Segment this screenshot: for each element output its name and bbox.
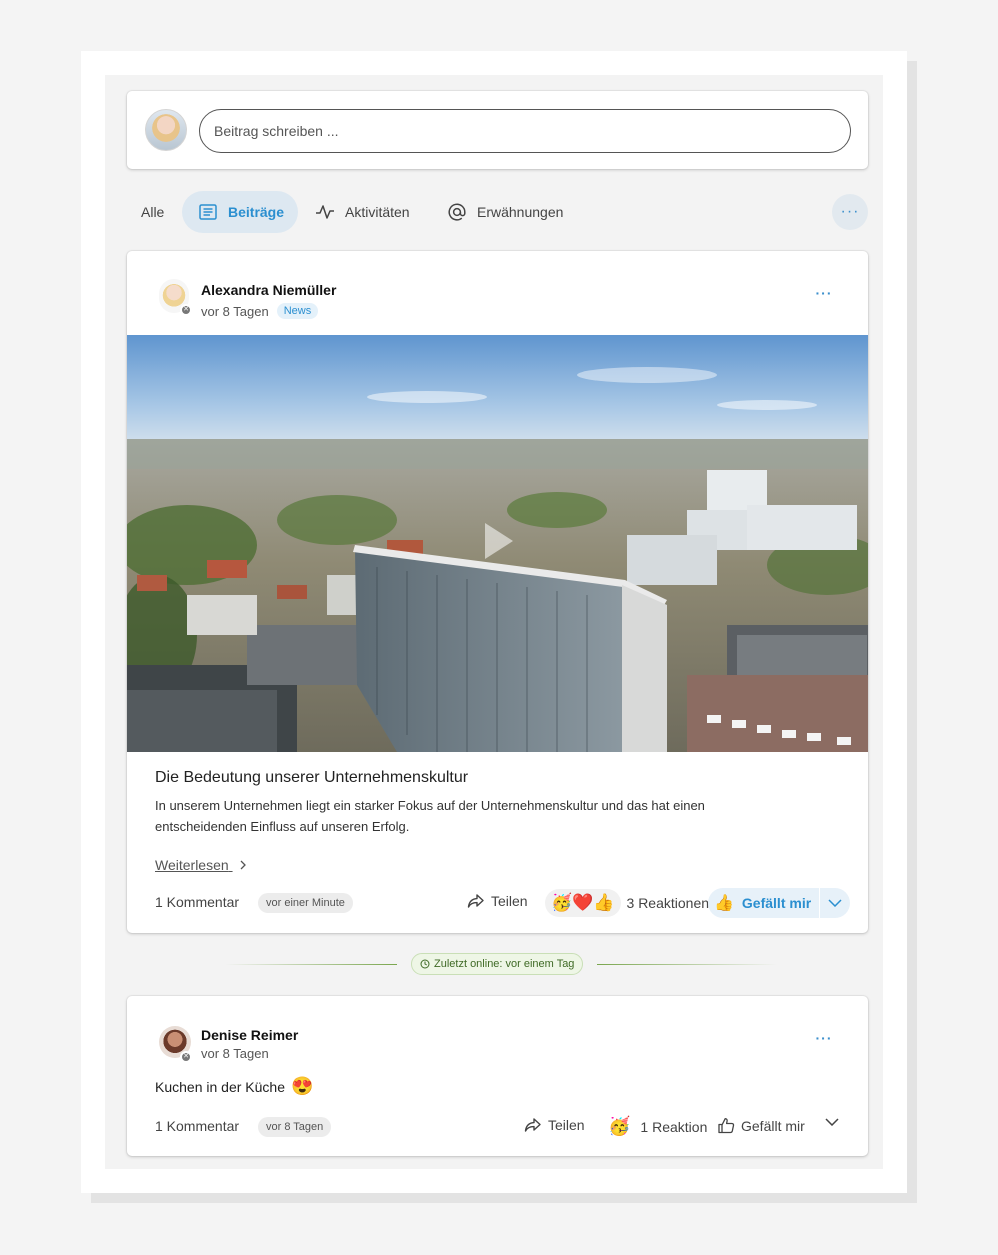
presence-offline-icon: ✕ [180, 304, 192, 316]
post-card: ✕ Alexandra Niemüller vor 8 Tagen News ·… [127, 251, 868, 933]
party-face-emoji-icon: 🥳 [608, 1116, 631, 1136]
reaction-picker-toggle[interactable] [820, 888, 850, 918]
thumbs-up-icon [717, 1117, 735, 1134]
last-online-chip: Zuletzt online: vor einem Tag [411, 953, 584, 975]
more-icon: ··· [815, 285, 833, 301]
at-icon [447, 202, 467, 222]
feed-filter-tabs: Alle Beiträge Aktivitäten Erwähnungen ··… [127, 191, 868, 233]
tab-posts[interactable]: Beiträge [182, 191, 298, 233]
comment-time-chip: vor einer Minute [258, 893, 353, 913]
comments-count[interactable]: 1 Kommentar [155, 894, 239, 910]
post-text: Kuchen in der Küche 😍 [155, 1076, 313, 1097]
read-more-label: Weiterlesen [155, 857, 229, 873]
presence-offline-icon: ✕ [180, 1051, 192, 1063]
tab-all[interactable]: Alle [141, 191, 164, 233]
heart-eyes-emoji-icon: 😍 [290, 1076, 314, 1096]
online-divider: Zuletzt online: vor einem Tag [105, 953, 883, 975]
post-time: vor 8 Tagen [201, 1046, 269, 1061]
like-button[interactable]: Gefällt mir [717, 1117, 805, 1134]
comment-time-chip: vor 8 Tagen [258, 1117, 332, 1137]
compose-post-input[interactable] [199, 109, 851, 153]
tab-posts-label: Beiträge [228, 204, 285, 220]
last-online-label: Zuletzt online: vor einem Tag [434, 958, 575, 970]
post-footer: 1 Kommentar vor einer Minute Teilen 🥳❤️👍… [127, 888, 868, 918]
reactions-summary[interactable]: 🥳 1 Reaktion [608, 1116, 707, 1137]
reaction-emojis: 🥳❤️👍 [545, 889, 621, 917]
tab-activities-label: Aktivitäten [345, 204, 410, 220]
tabs-more-button[interactable]: ··· [832, 194, 868, 230]
reactions-summary[interactable]: 🥳❤️👍 3 Reaktionen [545, 889, 709, 917]
activity-icon [315, 202, 335, 222]
post-text: In unserem Unternehmen liegt ein starker… [155, 798, 705, 834]
share-icon [467, 893, 485, 909]
post-text-content: Kuchen in der Küche [155, 1078, 285, 1095]
author-avatar[interactable]: ✕ [159, 1026, 192, 1063]
post-more-button[interactable]: ··· [814, 285, 834, 305]
category-badge[interactable]: News [276, 303, 319, 319]
author-name[interactable]: Denise Reimer [201, 1027, 298, 1043]
tab-all-label: Alle [141, 204, 165, 220]
share-label: Teilen [491, 893, 528, 909]
post-time: vor 8 Tagen [201, 303, 269, 319]
tab-mentions-label: Erwähnungen [477, 204, 564, 220]
post-card: ✕ Denise Reimer vor 8 Tagen ··· Kuchen i… [127, 996, 868, 1156]
share-label: Teilen [548, 1117, 585, 1133]
author-avatar[interactable]: ✕ [159, 279, 192, 316]
tab-mentions[interactable]: Erwähnungen [447, 191, 563, 233]
play-icon[interactable] [473, 509, 521, 573]
reactions-count: 3 Reaktionen [626, 895, 710, 911]
reaction-picker-toggle[interactable] [825, 1118, 839, 1126]
post-footer: 1 Kommentar vor 8 Tagen Teilen 🥳 1 Reakt… [127, 1112, 868, 1142]
author-name[interactable]: Alexandra Niemüller [201, 282, 336, 298]
share-button[interactable]: Teilen [524, 1117, 585, 1133]
comments-count[interactable]: 1 Kommentar [155, 1118, 239, 1134]
more-icon: ··· [815, 1030, 833, 1046]
post-more-button[interactable]: ··· [814, 1030, 834, 1050]
current-user-avatar[interactable] [145, 109, 187, 151]
thumbs-up-icon: 👍 [714, 895, 734, 912]
document-icon [198, 202, 218, 222]
post-title[interactable]: Die Bedeutung unserer Unternehmenskultur [155, 769, 468, 787]
like-button[interactable]: 👍 Gefällt mir [708, 888, 821, 918]
like-label: Gefällt mir [741, 1117, 805, 1134]
like-label: Gefällt mir [741, 895, 812, 911]
post-composer [127, 91, 868, 169]
post-meta: vor 8 Tagen News [201, 303, 319, 319]
reactions-count: 1 Reaktion [640, 1118, 708, 1135]
clock-icon [420, 959, 430, 969]
chevron-down-icon [825, 1118, 839, 1126]
divider-line [597, 964, 777, 965]
read-more-link[interactable]: Weiterlesen [155, 857, 247, 873]
like-button-group: 👍 Gefällt mir [708, 888, 851, 918]
share-icon [524, 1117, 542, 1133]
feed: Alle Beiträge Aktivitäten Erwähnungen ··… [105, 75, 883, 1169]
divider-line [225, 964, 397, 965]
post-meta: vor 8 Tagen [201, 1046, 269, 1061]
chevron-right-icon [239, 857, 247, 873]
chevron-down-icon [828, 899, 842, 907]
tab-activities[interactable]: Aktivitäten [315, 191, 410, 233]
share-button[interactable]: Teilen [467, 893, 528, 909]
more-icon: ··· [840, 203, 860, 220]
post-video-thumbnail[interactable] [127, 335, 868, 752]
